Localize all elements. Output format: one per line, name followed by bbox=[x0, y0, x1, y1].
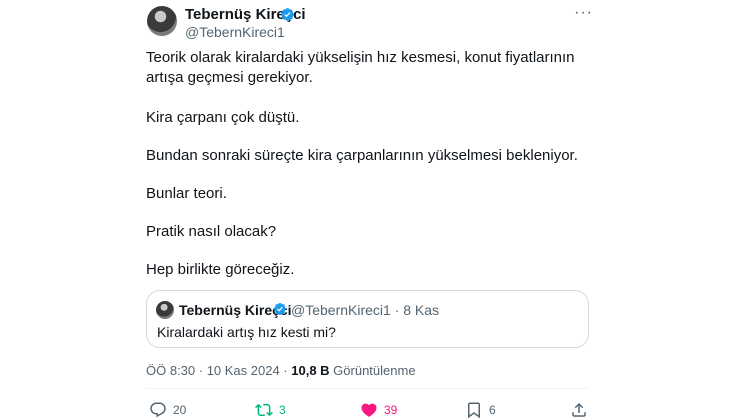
quoted-verified-badge-icon bbox=[274, 303, 286, 315]
tweet-text-line-1: Teorik olarak kiralardaki yükselişin hız… bbox=[146, 49, 575, 86]
bookmark-icon bbox=[468, 402, 480, 419]
quoted-text: Kiralardaki artış hız kesti mi? bbox=[157, 324, 336, 340]
divider bbox=[146, 388, 589, 389]
tweet-meta: ÖÖ 8:30 · 10 Kas 2024 · 10,8 B Görüntüle… bbox=[146, 363, 416, 378]
bookmark-button[interactable]: 6 bbox=[465, 401, 496, 419]
like-icon bbox=[361, 403, 377, 417]
share-button[interactable] bbox=[570, 401, 588, 419]
quoted-tweet[interactable]: Tebernüş Kireçci @TebernKireci1 · 8 Kas … bbox=[146, 290, 589, 348]
share-icon bbox=[572, 402, 586, 417]
verified-badge-icon bbox=[281, 8, 294, 21]
tweet-text-line-5: Pratik nasıl olacak? bbox=[146, 223, 277, 240]
reply-button[interactable]: 20 bbox=[149, 401, 186, 419]
timestamp[interactable]: ÖÖ 8:30 · 10 Kas 2024 · bbox=[146, 363, 291, 378]
repost-button[interactable]: 3 bbox=[255, 401, 286, 419]
more-icon[interactable]: ··· bbox=[574, 5, 594, 21]
author-handle[interactable]: @TebernKireci1 bbox=[185, 24, 285, 40]
quoted-handle-date: @TebernKireci1 · 8 Kas bbox=[291, 302, 440, 318]
views-label: Görüntülenme bbox=[329, 363, 416, 378]
tweet-text-line-4: Bunlar teori. bbox=[146, 185, 227, 202]
like-count: 39 bbox=[384, 403, 398, 417]
repost-icon bbox=[255, 403, 273, 417]
reply-icon bbox=[150, 402, 166, 418]
tweet-text-line-3: Bundan sonraki süreçte kira çarpanlarını… bbox=[146, 147, 578, 164]
view-count: 10,8 B bbox=[291, 363, 330, 378]
repost-count: 3 bbox=[279, 403, 286, 417]
like-button[interactable]: 39 bbox=[360, 401, 397, 419]
bookmark-count: 6 bbox=[489, 403, 496, 417]
tweet-text-line-6: Hep birlikte göreceğiz. bbox=[146, 261, 295, 278]
tweet-text-line-2: Kira çarpanı çok düştü. bbox=[146, 109, 300, 126]
quoted-avatar bbox=[156, 301, 174, 319]
reply-count: 20 bbox=[173, 403, 187, 417]
avatar[interactable] bbox=[147, 6, 177, 36]
tweet[interactable]: Tebernüş Kireçci @TebernKireci1 ··· Teor… bbox=[0, 0, 730, 420]
